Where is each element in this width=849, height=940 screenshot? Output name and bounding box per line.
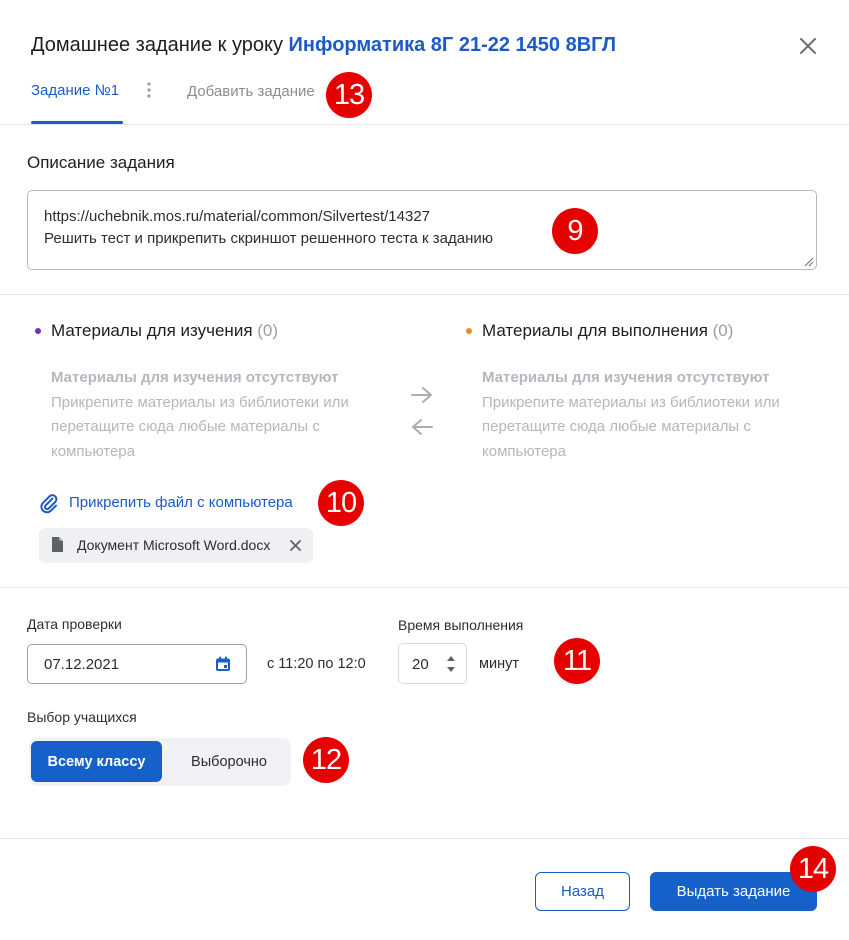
study-empty-text: Прикрепите материалы из библиотеки или п… (51, 393, 349, 460)
divider (0, 294, 849, 295)
annotation-marker-10: 10 (318, 480, 364, 526)
description-textarea[interactable]: https://uchebnik.mos.ru/material/common/… (27, 190, 817, 270)
study-title-text: Материалы для изучения (51, 321, 253, 340)
arrow-left-icon[interactable] (409, 417, 435, 437)
description-label: Описание задания (27, 153, 175, 172)
close-icon[interactable] (797, 35, 819, 57)
exec-materials-title: Материалы для выполнения (0) (482, 321, 733, 341)
study-empty-state: Материалы для изучения отсутствуют Прикр… (51, 366, 391, 464)
exec-dot-icon (466, 328, 472, 334)
arrow-right-icon[interactable] (409, 385, 435, 405)
divider (0, 838, 849, 839)
description-line-1: https://uchebnik.mos.ru/material/common/… (44, 208, 431, 225)
exec-empty-title: Материалы для изучения отсутствуют (482, 369, 770, 386)
duration-unit: минут (479, 656, 519, 672)
annotation-marker-14: 14 (790, 846, 836, 892)
duration-stepper[interactable]: 20 (398, 643, 467, 684)
date-value: 07.12.2021 (44, 656, 120, 673)
remove-file-icon[interactable] (289, 539, 302, 552)
study-count: (0) (257, 321, 279, 340)
title-prefix: Домашнее задание к уроку (31, 34, 283, 56)
attached-file-chip: Документ Microsoft Word.docx (39, 528, 313, 563)
students-label: Выбор учащихся (27, 709, 137, 725)
check-date-label: Дата проверки (27, 616, 122, 632)
file-name: Документ Microsoft Word.docx (77, 537, 271, 553)
annotation-marker-11: 11 (554, 638, 600, 684)
exec-empty-state: Материалы для изучения отсутствуют Прикр… (482, 366, 822, 464)
exec-count: (0) (712, 321, 734, 340)
divider (0, 587, 849, 588)
add-task-tab[interactable]: Добавить задание (187, 83, 315, 100)
divider (0, 124, 849, 125)
time-range-text: с 11:20 по 12:0 (267, 656, 366, 672)
exec-title-text: Материалы для выполнения (482, 321, 708, 340)
study-materials-title: Материалы для изучения (0) (51, 321, 278, 341)
dialog-title: Домашнее задание к уроку Информатика 8Г … (31, 34, 616, 57)
attach-file-link[interactable]: Прикрепить файл с компьютера (69, 494, 293, 511)
description-line-2: Решить тест и прикрепить скриншот решенн… (44, 230, 494, 247)
check-date-input[interactable]: 07.12.2021 (27, 644, 247, 684)
stepper-arrows-icon[interactable] (445, 653, 457, 675)
calendar-icon[interactable] (215, 656, 231, 672)
duration-value: 20 (412, 656, 429, 673)
lesson-link[interactable]: Информатика 8Г 21-22 1450 8ВГЛ (289, 34, 617, 56)
tab-task-1[interactable]: Задание №1 (31, 82, 119, 99)
exec-empty-text: Прикрепите материалы из библиотеки или п… (482, 393, 780, 460)
annotation-marker-13: 13 (326, 72, 372, 118)
study-dot-icon (35, 328, 41, 334)
document-icon (52, 537, 63, 552)
annotation-marker-12: 12 (303, 737, 349, 783)
resize-handle-icon[interactable] (804, 257, 814, 267)
kebab-menu-icon[interactable] (142, 80, 156, 102)
duration-label: Время выполнения (398, 617, 524, 633)
back-button[interactable]: Назад (535, 872, 630, 911)
whole-class-option[interactable]: Всему классу (31, 741, 162, 782)
selective-option[interactable]: Выборочно (169, 741, 289, 782)
annotation-marker-9: 9 (552, 208, 598, 254)
study-empty-title: Материалы для изучения отсутствуют (51, 369, 339, 386)
students-segmented-control: Всему классу Выборочно (29, 738, 291, 786)
paperclip-icon[interactable] (38, 492, 60, 514)
